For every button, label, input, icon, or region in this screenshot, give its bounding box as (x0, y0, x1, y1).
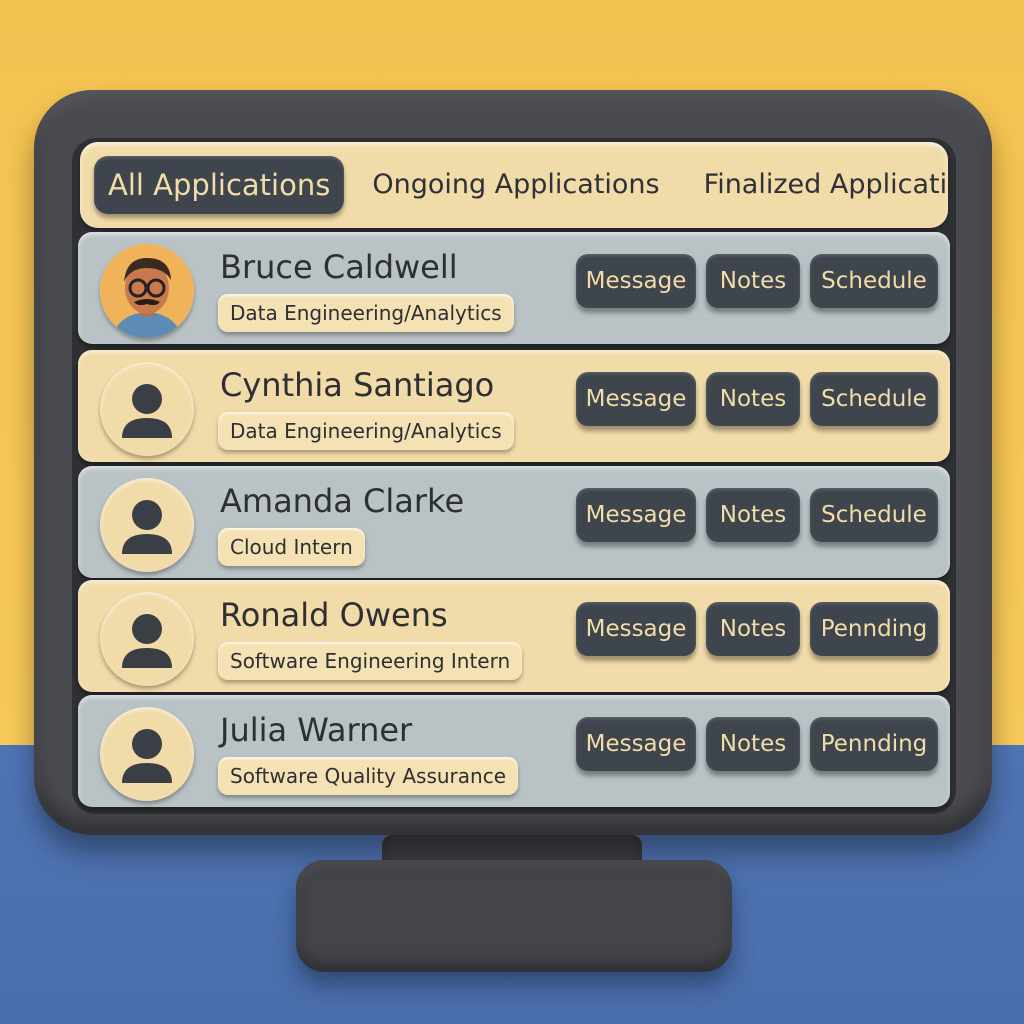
message-button[interactable]: Message (576, 488, 696, 542)
applicant-name: Julia Warner (220, 711, 413, 749)
message-button[interactable]: Message (576, 602, 696, 656)
avatar (100, 707, 194, 801)
applicant-role-badge: Data Engineering/Analytics (218, 294, 514, 332)
avatar (100, 244, 194, 338)
applicant-name: Bruce Caldwell (220, 248, 458, 286)
pending-button[interactable]: Pennding (810, 602, 938, 656)
notes-button[interactable]: Notes (706, 488, 800, 542)
applicant-role-badge: Software Engineering Intern (218, 642, 523, 680)
schedule-button[interactable]: Schedule (810, 488, 938, 542)
applicant-row: Amanda Clarke Cloud Intern Message Notes… (78, 466, 950, 578)
illustrated-man-with-glasses-icon (100, 244, 194, 338)
tab-finalized-applications[interactable]: Finalized Applicatio (688, 156, 948, 214)
tab-all-applications[interactable]: All Applications (94, 156, 345, 214)
person-silhouette-icon (122, 384, 172, 438)
pending-button[interactable]: Pennding (810, 717, 938, 771)
notes-button[interactable]: Notes (706, 602, 800, 656)
schedule-button[interactable]: Schedule (810, 372, 938, 426)
message-button[interactable]: Message (576, 372, 696, 426)
applicant-role-badge: Data Engineering/Analytics (218, 412, 514, 450)
schedule-button[interactable]: Schedule (810, 254, 938, 308)
person-silhouette-icon (122, 614, 172, 668)
monitor-stand-base (296, 860, 732, 972)
applicant-name: Amanda Clarke (220, 482, 465, 520)
tab-ongoing-applications[interactable]: Ongoing Applications (356, 156, 675, 214)
applicant-row: Ronald Owens Software Engineering Intern… (78, 580, 950, 692)
person-silhouette-icon (122, 729, 172, 783)
applicant-role-badge: Software Quality Assurance (218, 757, 518, 795)
applicant-row: Cynthia Santiago Data Engineering/Analyt… (78, 350, 950, 462)
notes-button[interactable]: Notes (706, 254, 800, 308)
avatar (100, 592, 194, 686)
avatar (100, 362, 194, 456)
applicant-name: Ronald Owens (220, 596, 448, 634)
avatar (100, 478, 194, 572)
applicant-row: Julia Warner Software Quality Assurance … (78, 695, 950, 807)
applicant-row: Bruce Caldwell Data Engineering/Analytic… (78, 232, 950, 344)
message-button[interactable]: Message (576, 254, 696, 308)
notes-button[interactable]: Notes (706, 372, 800, 426)
person-silhouette-icon (122, 500, 172, 554)
application-tabs: All Applications Ongoing Applications Fi… (80, 142, 948, 228)
notes-button[interactable]: Notes (706, 717, 800, 771)
applicant-name: Cynthia Santiago (220, 366, 495, 404)
applicant-role-badge: Cloud Intern (218, 528, 365, 566)
message-button[interactable]: Message (576, 717, 696, 771)
